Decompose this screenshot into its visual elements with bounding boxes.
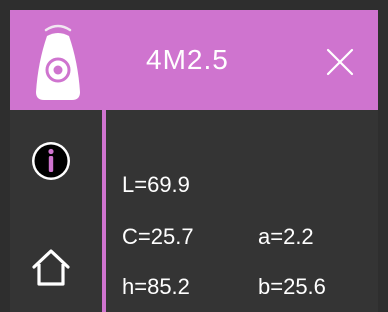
home-icon[interactable] — [30, 246, 72, 288]
reading-lightness: L=69.9 — [122, 172, 190, 197]
info-icon[interactable] — [30, 140, 72, 182]
page-title: 4M2.5 — [146, 44, 229, 75]
close-icon[interactable] — [322, 44, 358, 80]
reading-chroma: C=25.7 — [122, 224, 194, 249]
divider-line — [102, 10, 106, 312]
measuring-device-icon — [36, 24, 80, 100]
reading-b: b=25.6 — [258, 274, 326, 299]
reading-hue: h=85.2 — [122, 274, 190, 299]
reading-a: a=2.2 — [258, 224, 314, 249]
